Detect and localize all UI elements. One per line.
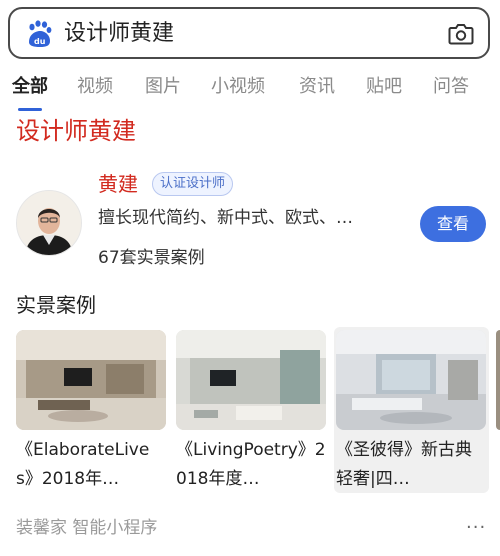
case-caption: 《LivingPoetry》2018年度… [176, 440, 326, 489]
tab-tieba[interactable]: 贴吧 [366, 75, 402, 99]
verified-designer-badge: 认证设计师 [152, 172, 234, 196]
case-thumbnail [16, 330, 166, 430]
case-thumbnail [176, 330, 326, 430]
designer-name[interactable]: 黄建 [98, 171, 138, 197]
svg-text:du: du [34, 37, 46, 46]
tab-all[interactable]: 全部 [12, 75, 48, 99]
tab-short-video[interactable]: 小视频 [211, 75, 265, 99]
source-label[interactable]: 装馨家 智能小程序 [16, 516, 157, 540]
tab-images[interactable]: 图片 [145, 75, 181, 99]
camera-icon[interactable] [448, 22, 474, 46]
search-tabs: 全部 视频 图片 小视频 资讯 贴吧 问答 [0, 68, 500, 111]
case-card[interactable]: 《LivingPoetry》2018年度… [176, 330, 326, 494]
case-card[interactable]: 《圣彼得》新古典轻奢|四… [334, 327, 489, 494]
search-bar[interactable]: du 设计师黄建 [8, 7, 490, 59]
avatar[interactable] [16, 190, 82, 256]
search-input[interactable]: 设计师黄建 [64, 21, 174, 47]
tab-video[interactable]: 视频 [77, 75, 113, 99]
tab-news[interactable]: 资讯 [299, 75, 335, 99]
case-caption: 《ElaborateLives》2018年… [16, 440, 150, 489]
case-card[interactable]: 《ElaborateLives》2018年… [16, 330, 166, 494]
designer-description: 擅长现代简约、新中式、欧式、… [98, 208, 353, 228]
section-title: 实景案例 [16, 293, 96, 317]
cases-count: 67套实景案例 [98, 248, 205, 268]
result-title[interactable]: 设计师黄建 [16, 116, 136, 146]
baidu-paw-icon[interactable]: du [26, 20, 52, 48]
tab-qa[interactable]: 问答 [433, 75, 469, 99]
case-thumbnail [336, 330, 486, 430]
view-button[interactable]: 查看 [420, 206, 486, 242]
case-caption: 《圣彼得》新古典轻奢|四… [336, 440, 472, 489]
next-card-peek[interactable] [496, 330, 500, 430]
active-tab-indicator [18, 108, 42, 111]
more-icon[interactable]: ··· [466, 516, 486, 540]
